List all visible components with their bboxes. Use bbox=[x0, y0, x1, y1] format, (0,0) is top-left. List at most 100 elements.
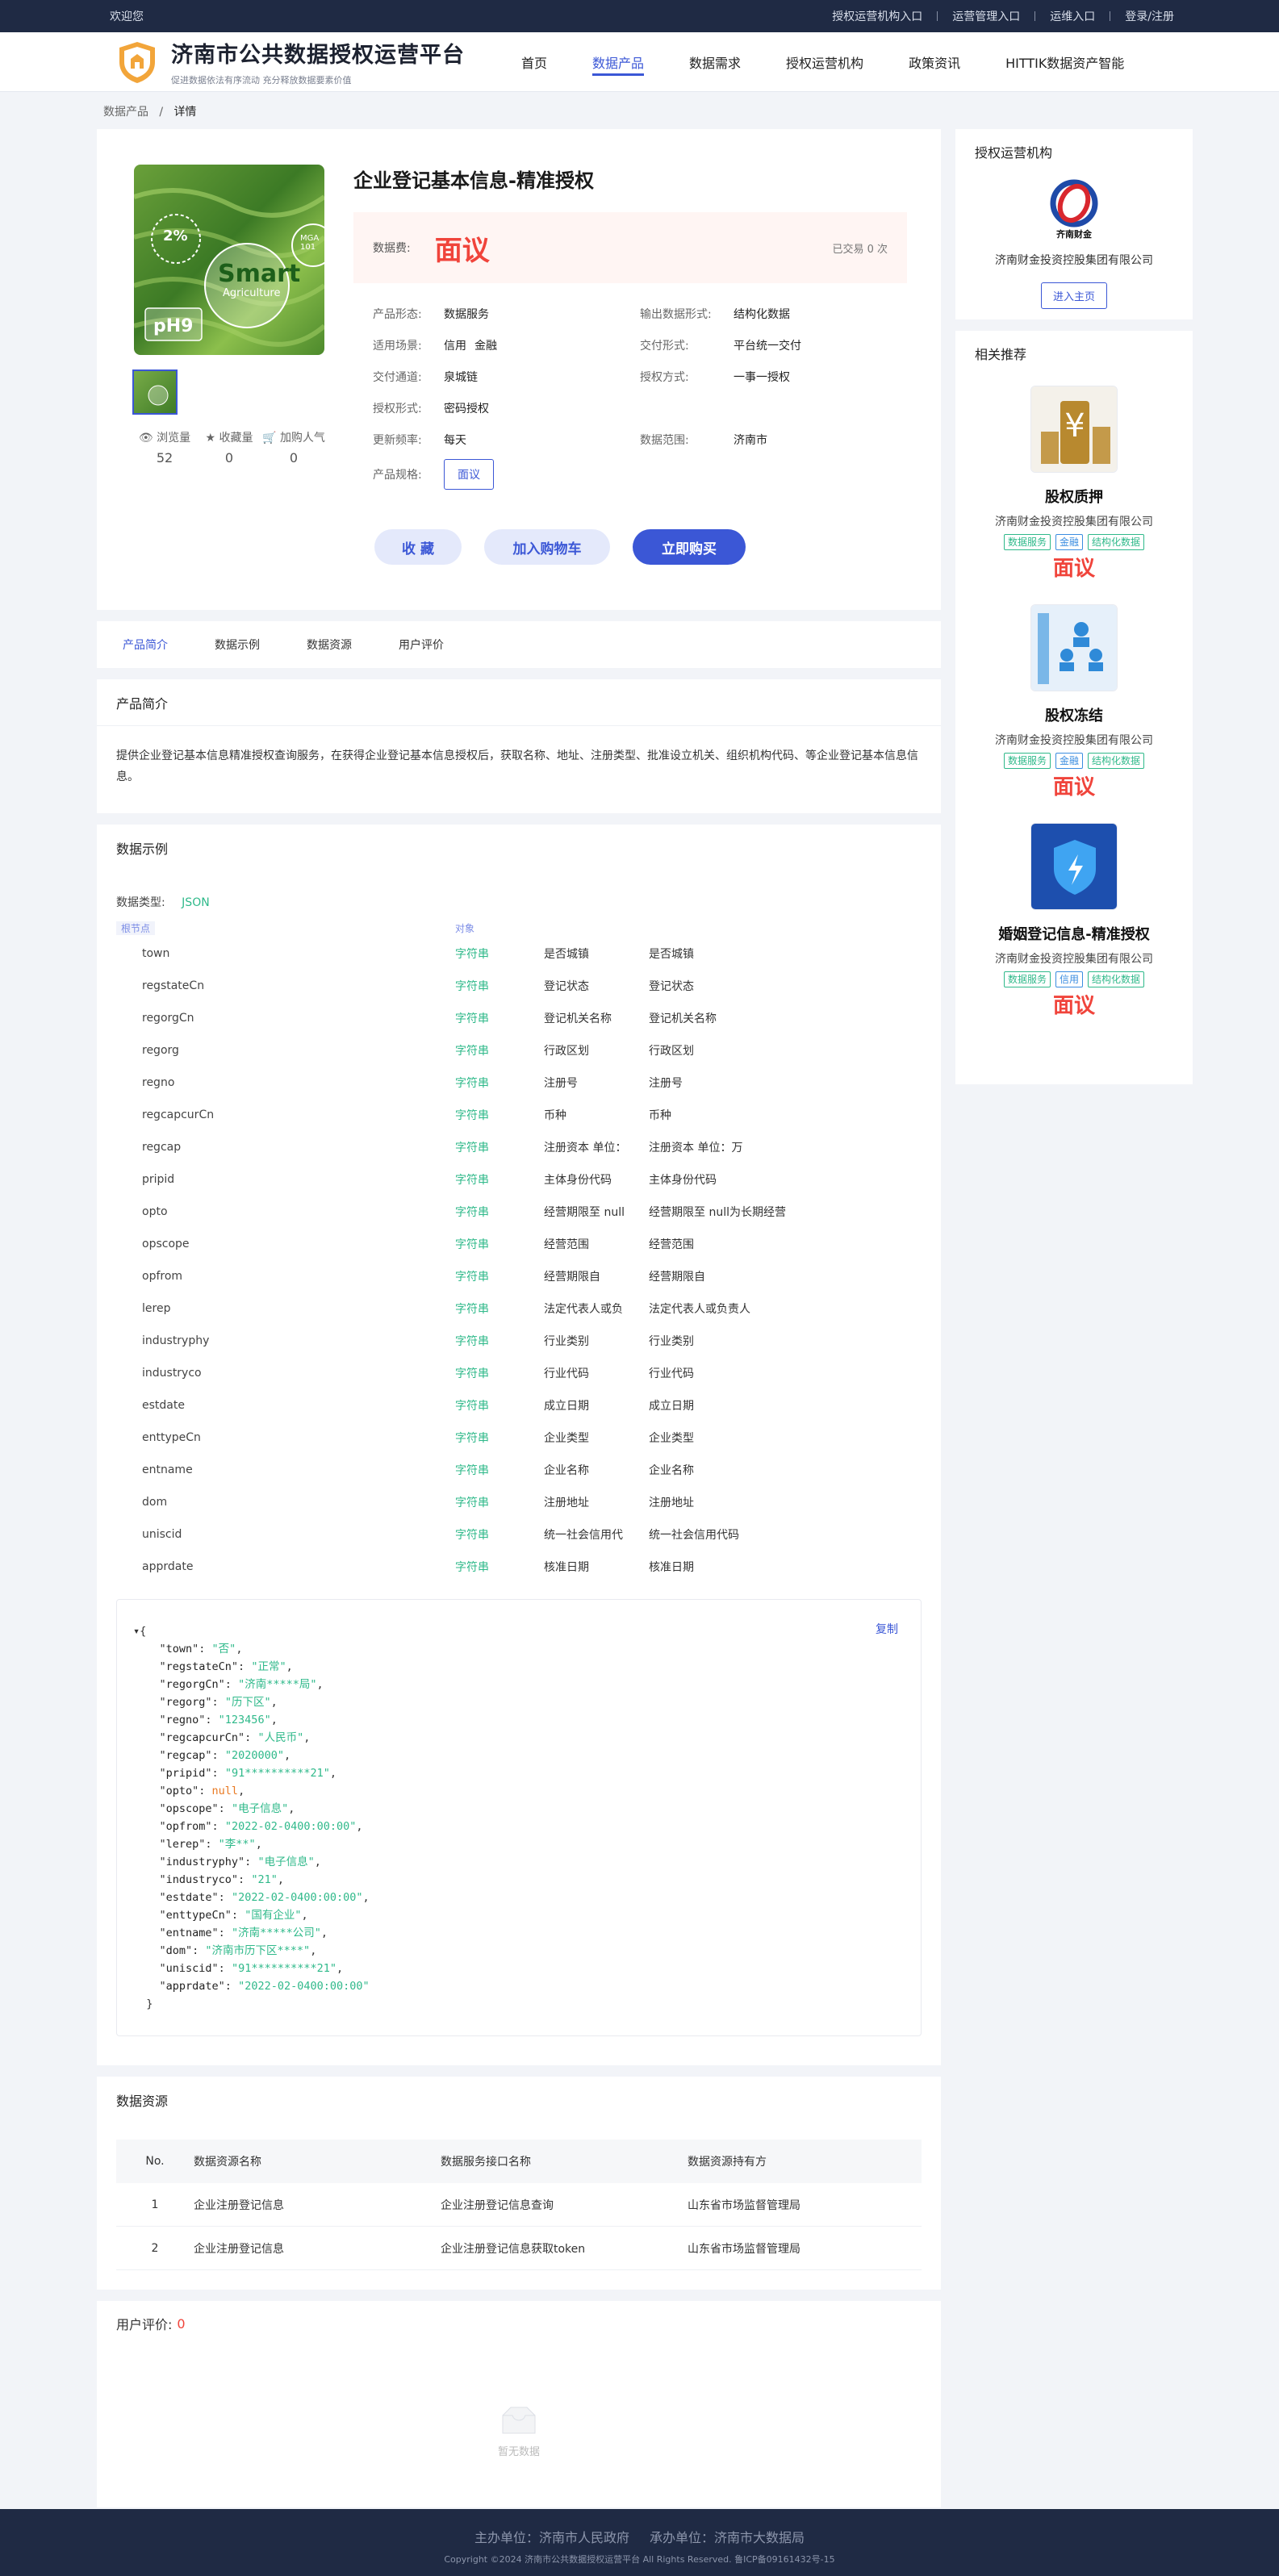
recommend-item[interactable]: 婚姻登记信息-精准授权 济南财金投资控股集团有限公司 数据服务 信用 结构化数据… bbox=[955, 800, 1193, 1019]
json-key: enttypeCn bbox=[165, 1909, 225, 1922]
list-item: opscope 字符串 经营范围 经营范围 bbox=[97, 1228, 941, 1260]
field-comment: 统一社会信用代码 bbox=[649, 1529, 739, 1542]
operator-entry-link[interactable]: 授权运营机构入口 bbox=[817, 8, 937, 24]
main-nav: 首页 数据产品 数据需求 授权运营机构 政策资讯 HITTIK数据资产智能 bbox=[510, 32, 1158, 92]
field-comment: 成立日期 bbox=[649, 1400, 694, 1413]
operator-title: 授权运营机构 bbox=[975, 145, 1053, 161]
breadcrumb-current: 详情 bbox=[173, 106, 197, 119]
attr-value: 每天 bbox=[444, 432, 474, 448]
breadcrumb-root[interactable]: 数据产品 bbox=[103, 106, 148, 119]
field-type: 字符串 bbox=[455, 1045, 489, 1058]
recommend-name[interactable]: 股权冻结 bbox=[955, 704, 1193, 725]
row-owner: 山东省市场监督管理局 bbox=[688, 2242, 800, 2256]
product-image[interactable]: 2% Smart Agriculture pH9 MGA 101 bbox=[134, 165, 324, 355]
json-line: "regcap": "2020000", bbox=[133, 1749, 291, 1762]
recommend-org: 济南财金投资控股集团有限公司 bbox=[995, 516, 1153, 528]
recommend-org: 济南财金投资控股集团有限公司 bbox=[995, 734, 1153, 747]
reviews-title: 用户评价: 0 bbox=[97, 2301, 941, 2346]
tab-intro[interactable]: 产品简介 bbox=[123, 637, 168, 653]
json-key: lerep bbox=[165, 1838, 199, 1851]
field-name: lerep bbox=[142, 1302, 171, 1315]
json-line: "uniscid": "91**********21", bbox=[133, 1962, 344, 1975]
table-row: 1 企业注册登记信息 企业注册登记信息查询 山东省市场监督管理局 bbox=[116, 2183, 922, 2227]
spec-option[interactable]: 面议 bbox=[444, 459, 494, 490]
stat-value: 0 bbox=[224, 450, 234, 466]
resources-title: 数据资源 bbox=[116, 2094, 169, 2109]
field-desc: 行政区划 bbox=[544, 1045, 589, 1058]
example-section: 数据示例 数据类型: JSON 根节点 对象 town 字符串 是否城镇 是否城镇 re… bbox=[97, 825, 941, 2065]
attr-row: 更新频率: 每天 数据范围: 济南市 bbox=[373, 424, 907, 455]
json-value: null bbox=[211, 1785, 239, 1797]
stat-value: 52 bbox=[156, 450, 173, 466]
tab-reviews[interactable]: 用户评价 bbox=[399, 637, 444, 653]
shield-umbrella-icon[interactable] bbox=[1030, 823, 1118, 910]
field-comment: 主体身份代码 bbox=[649, 1174, 717, 1187]
nav-policy-news[interactable]: 政策资讯 bbox=[897, 32, 972, 92]
json-value: "123456" bbox=[218, 1714, 271, 1726]
field-desc: 经营范围 bbox=[544, 1238, 589, 1251]
login-register-link[interactable]: 登录/注册 bbox=[1110, 8, 1174, 24]
json-line: "regcapcurCn": "人民币", bbox=[133, 1731, 311, 1744]
json-line: "apprdate": "2022-02-0400:00:00" bbox=[133, 1980, 370, 1993]
attr-key: 更新频率: bbox=[373, 433, 422, 447]
col-no: No. bbox=[145, 2155, 165, 2168]
field-desc: 企业名称 bbox=[544, 1464, 589, 1477]
field-type: 字符串 bbox=[455, 1367, 489, 1380]
collapse-icon[interactable]: ▾ bbox=[133, 1625, 140, 1638]
operator-logo-icon[interactable]: 齐南财金 bbox=[1040, 174, 1108, 242]
json-line: "regorg": "历下区", bbox=[133, 1696, 278, 1709]
buy-now-button[interactable]: 立即购买 bbox=[633, 529, 746, 565]
recommend-item[interactable]: ¥ 股权质押 济南财金投资控股集团有限公司 数据服务 金融 结构化数据 面议 bbox=[955, 376, 1193, 582]
field-name: opscope bbox=[142, 1238, 190, 1250]
json-close: } bbox=[133, 1998, 153, 2010]
attr-item: 交付通道: 泉城链 bbox=[373, 369, 640, 385]
nav-operators[interactable]: 授权运营机构 bbox=[775, 32, 875, 92]
enter-homepage-button[interactable]: 进入主页 bbox=[1040, 282, 1107, 309]
logo-shield-icon[interactable] bbox=[115, 40, 160, 85]
col-name: 数据资源名称 bbox=[194, 2156, 261, 2169]
product-thumbnail[interactable] bbox=[132, 369, 178, 415]
field-desc: 统一社会信用代 bbox=[544, 1529, 623, 1542]
json-line: "pripid": "91**********21", bbox=[133, 1767, 337, 1780]
list-item: dom 字符串 注册地址 注册地址 bbox=[97, 1486, 941, 1518]
product-stats: 👁 浏览量 52 ★ 收藏量 0 🛒 加购人气 0 bbox=[132, 429, 326, 466]
attr-key: 产品形态: bbox=[373, 307, 422, 321]
row-owner: 山东省市场监督管理局 bbox=[688, 2198, 800, 2212]
org-chart-icon[interactable] bbox=[1030, 604, 1118, 691]
json-value: "历下区" bbox=[224, 1696, 271, 1709]
copy-button[interactable]: 复制 bbox=[876, 1621, 898, 1639]
tab-example[interactable]: 数据示例 bbox=[215, 637, 260, 653]
recommend-name[interactable]: 婚姻登记信息-精准授权 bbox=[955, 923, 1193, 944]
nav-data-products[interactable]: 数据产品 bbox=[581, 32, 655, 92]
json-value: "21" bbox=[251, 1873, 278, 1886]
add-to-cart-button[interactable]: 加入购物车 bbox=[484, 529, 610, 565]
maintenance-link[interactable]: 运维入口 bbox=[1035, 8, 1110, 24]
list-item: regcapcurCn 字符串 币种 币种 bbox=[97, 1099, 941, 1131]
tab-resources[interactable]: 数据资源 bbox=[307, 637, 352, 653]
attr-value: 济南市 bbox=[734, 432, 775, 448]
recommend-item[interactable]: 股权冻结 济南财金投资控股集团有限公司 数据服务 金融 结构化数据 面议 bbox=[955, 582, 1193, 800]
thumb-agri: Agriculture bbox=[223, 287, 281, 299]
json-line: "opfrom": "2022-02-0400:00:00", bbox=[133, 1820, 363, 1833]
favorite-button[interactable]: 收 藏 bbox=[374, 529, 462, 565]
json-key: opto bbox=[165, 1785, 193, 1797]
json-open[interactable]: ▾{ bbox=[133, 1622, 901, 1640]
tag: 结构化数据 bbox=[1088, 534, 1145, 550]
site-subtitle: 促进数据依法有序流动 充分释放数据要素价值 bbox=[171, 75, 352, 86]
ops-management-link[interactable]: 运营管理入口 bbox=[938, 8, 1034, 24]
intro-title: 产品简介 bbox=[97, 679, 941, 726]
field-name: dom bbox=[142, 1496, 168, 1509]
nav-data-demand[interactable]: 数据需求 bbox=[678, 32, 752, 92]
attr-key: 输出数据形式: bbox=[640, 307, 712, 321]
field-name: regcap bbox=[142, 1141, 182, 1154]
recommend-name[interactable]: 股权质押 bbox=[955, 486, 1193, 507]
field-name: regstateCn bbox=[142, 979, 205, 992]
json-key: regorgCn bbox=[165, 1678, 219, 1691]
nav-hittik[interactable]: HITTIK数据资产智能 bbox=[994, 32, 1135, 92]
nav-home[interactable]: 首页 bbox=[510, 32, 558, 92]
yuan-coins-icon[interactable]: ¥ bbox=[1030, 386, 1118, 473]
json-key: dom bbox=[165, 1944, 186, 1957]
field-name: regorg bbox=[142, 1044, 179, 1057]
field-desc: 注册资本 单位： bbox=[544, 1142, 627, 1154]
list-item: apprdate 字符串 核准日期 核准日期 bbox=[97, 1551, 941, 1583]
